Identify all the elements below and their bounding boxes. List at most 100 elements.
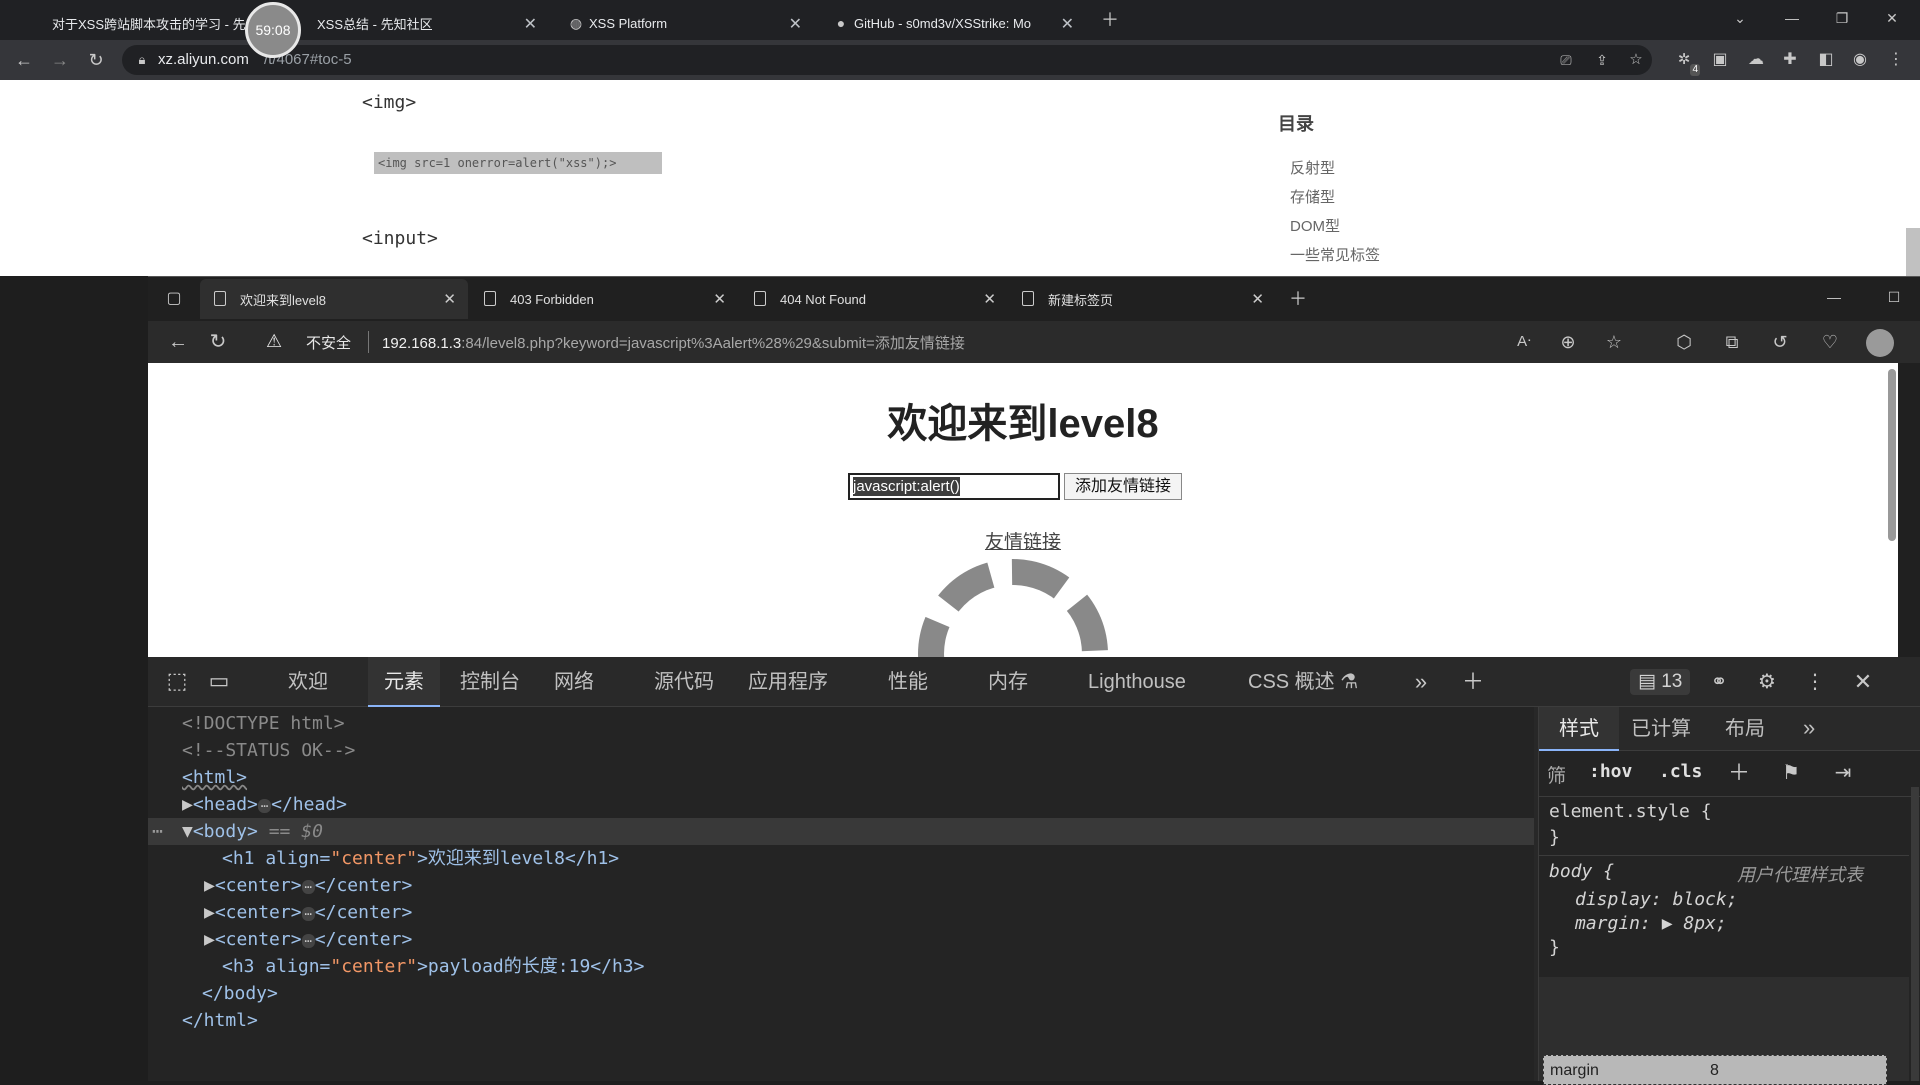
read-aloud-icon[interactable]: Aᐧ [1512,330,1536,354]
devtools-tab-css-overview[interactable]: CSS 概述 ⚗ [1248,657,1358,707]
paint-brush-icon[interactable]: ⚑ [1779,761,1803,785]
dom-comment[interactable]: <!--STATUS OK--> [148,737,1534,764]
toc-item[interactable]: DOM型 [1290,212,1380,241]
avatar[interactable] [1866,329,1894,357]
more-options-icon[interactable]: ⋮ [1800,670,1830,694]
styles-scrollbar[interactable] [1911,787,1919,1081]
cloud-extension-icon[interactable]: ☁ [1744,48,1768,72]
dom-center-3[interactable]: ▶<center> ⋯ </center> [148,926,1534,953]
minimize-icon[interactable]: — [1780,6,1804,30]
add-link-button[interactable]: 添加友情链接 [1064,473,1182,500]
sidebar-icon[interactable]: ◧ [1814,48,1838,72]
tab-actions-icon[interactable]: ▢ [162,287,186,311]
close-icon[interactable]: ✕ [443,290,456,308]
menu-kebab-icon[interactable]: ⋮ [1884,48,1908,72]
close-icon[interactable]: ✕ [1251,290,1264,308]
outer-tab-xss-summary[interactable]: XSS总结 - 先知社区 ✕ [305,6,545,40]
close-window-icon[interactable]: ✕ [1880,6,1904,30]
zoom-icon[interactable]: ⊕ [1556,330,1580,354]
forward-icon[interactable]: → [48,48,72,72]
close-icon[interactable]: ✕ [524,14,537,34]
toc-item[interactable]: 反射型 [1290,154,1380,183]
dom-head[interactable]: ▶<head> ⋯ </head> [148,791,1534,818]
ellipsis-icon[interactable]: ⋯ [301,907,315,921]
more-tabs-icon[interactable]: » [1406,670,1436,694]
devtools-tab-performance[interactable]: 性能 [888,657,928,707]
margin-property[interactable]: margin: ▶ 8px; [1575,913,1727,934]
close-icon[interactable]: ✕ [713,290,726,308]
dom-center-2[interactable]: ▶<center> ⋯ </center> [148,899,1534,926]
new-tab-icon[interactable]: ＋ [1286,287,1310,311]
outer-scrollbar-thumb[interactable] [1906,228,1920,276]
close-icon[interactable]: ✕ [789,14,802,34]
tab-styles[interactable]: 样式 [1539,707,1619,751]
tab-layout[interactable]: 布局 [1725,707,1765,751]
device-toolbar-icon[interactable]: ▭ [204,669,234,693]
body-selector[interactable]: body { [1549,861,1614,882]
new-tab-icon[interactable]: ＋ [1098,8,1122,32]
devtools-tab-welcome[interactable]: 欢迎 [288,657,328,707]
maximize-icon[interactable]: ☐ [1882,285,1906,309]
toc-item[interactable]: 存储型 [1290,183,1380,212]
collections-icon[interactable]: ⧉ [1720,330,1744,354]
toggle-sidebar-icon[interactable]: ⇥ [1831,761,1855,785]
keyword-input[interactable]: javascript:alert() [848,473,1060,500]
filter-input[interactable]: 筛 [1547,761,1566,788]
reload-icon[interactable]: ↻ [206,330,230,354]
connections-icon[interactable]: ⚭ [1704,670,1734,694]
dom-html-close[interactable]: </html> [148,1007,1534,1034]
share-icon[interactable]: ⇪ [1590,48,1614,72]
expand-arrow-icon[interactable]: ▶ [182,794,193,815]
extension-icon[interactable]: ⬡ [1672,330,1696,354]
dom-doctype[interactable]: <!DOCTYPE html> [148,710,1534,737]
reload-icon[interactable]: ↻ [84,48,108,72]
more-dots-icon[interactable]: ⋯ [152,818,163,845]
hov-toggle[interactable]: :hov [1589,761,1632,782]
devtools-tab-memory[interactable]: 内存 [988,657,1028,707]
add-tool-icon[interactable]: ＋ [1458,670,1488,694]
dom-h1[interactable]: <h1 align="center">欢迎来到level8</h1> [148,845,1534,872]
outer-address-bar[interactable]: 🔒︎ xz.aliyun.com /t/4067#toc-5 ⎚ ⇪ ☆ [122,45,1652,75]
favorite-star-icon[interactable]: ☆ [1602,330,1626,354]
history-icon[interactable]: ↺ [1768,330,1792,354]
performance-heart-icon[interactable]: ♡ [1818,330,1842,354]
devtools-tab-console[interactable]: 控制台 [460,657,520,707]
dom-html-open[interactable]: <html> [148,764,1534,791]
security-label[interactable]: 不安全 [306,332,351,353]
element-style-rule[interactable]: element.style { [1549,801,1712,822]
extension-puzzle-icon[interactable]: ✲ 4 [1672,48,1700,76]
inner-tab-404[interactable]: 404 Not Found ✕ [740,279,1008,319]
dom-center-1[interactable]: ▶<center> ⋯ </center> [148,872,1534,899]
toc-item[interactable]: 一些常见标签 [1290,241,1380,270]
extensions-icon[interactable]: ✚ [1778,48,1802,72]
profile-icon[interactable]: ◉ [1848,48,1872,72]
devtools-tab-lighthouse[interactable]: Lighthouse [1088,657,1186,707]
dom-h3[interactable]: <h3 align="center">payload的长度:19</h3> [148,953,1534,980]
devtools-tab-elements[interactable]: 元素 [368,657,440,707]
close-devtools-icon[interactable]: ✕ [1848,670,1878,694]
restore-icon[interactable]: ❐ [1830,6,1854,30]
new-rule-icon[interactable]: ＋ [1727,761,1751,785]
inner-tab-newtab[interactable]: 新建标签页 ✕ [1008,279,1276,319]
inner-tab-403[interactable]: 403 Forbidden ✕ [470,279,738,319]
expand-arrow-icon[interactable]: ▶ [204,902,215,923]
more-tabs-icon[interactable]: » [1803,715,1815,741]
friend-link[interactable]: 友情链接 [148,527,1898,554]
display-property[interactable]: display: block; [1575,889,1738,910]
outer-tab-xss-platform[interactable]: ◍ XSS Platform ✕ [555,6,810,40]
outer-tab-github[interactable]: ● GitHub - s0md3v/XSStrike: Mo ✕ [820,6,1082,40]
inspect-element-icon[interactable]: ⬚ [162,669,192,693]
collapse-arrow-icon[interactable]: ▼ [182,821,193,842]
inner-tab-level8[interactable]: 欢迎来到level8 ✕ [200,279,468,319]
close-icon[interactable]: ✕ [1061,14,1074,34]
tab-computed[interactable]: 已计算 [1631,707,1691,751]
friend-link-text[interactable]: 友情链接 [985,532,1061,553]
expand-arrow-icon[interactable]: ▶ [204,875,215,896]
dom-body-close[interactable]: </body> [148,980,1534,1007]
box-model-margin[interactable]: margin 8 [1543,1055,1887,1085]
chevron-down-icon[interactable]: ⌄ [1728,6,1752,30]
settings-gear-icon[interactable]: ⚙ [1752,670,1782,694]
devtools-tab-sources[interactable]: 源代码 [654,657,714,707]
expand-arrow-icon[interactable]: ▶ [204,929,215,950]
back-icon[interactable]: ← [12,48,36,72]
